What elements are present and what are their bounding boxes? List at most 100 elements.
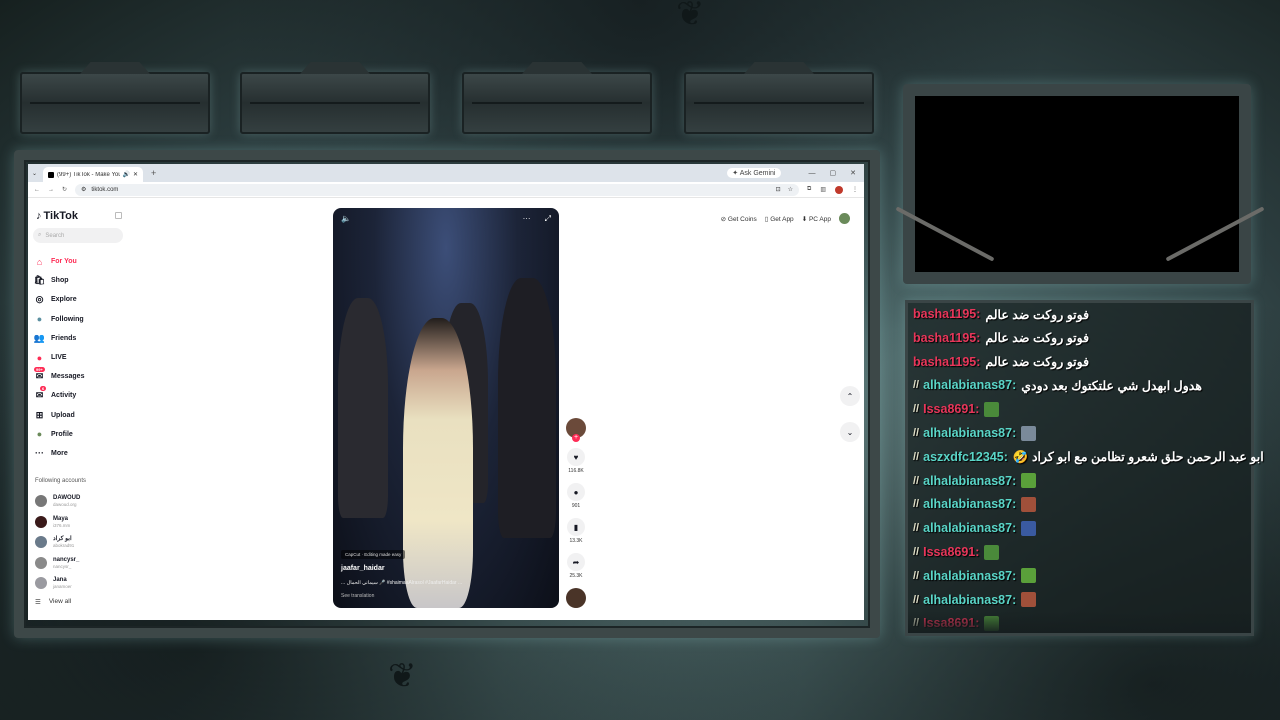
overlay-plank-1 bbox=[20, 72, 210, 134]
following-account[interactable]: Maya i376.mm bbox=[35, 512, 125, 533]
capcut-label[interactable]: CapCut · Editing made easy bbox=[341, 550, 406, 559]
browser-menu-icon[interactable]: ⋮ bbox=[852, 186, 858, 193]
chat-username: Issa8691: bbox=[923, 402, 980, 417]
get-coins-link[interactable]: ⊘ Get Coins bbox=[721, 215, 757, 223]
nav-label: For You bbox=[51, 258, 77, 266]
avatar bbox=[35, 515, 47, 528]
following-account[interactable]: DAWOUD dawoud.org bbox=[35, 491, 125, 512]
tab-bar: ⌄ (99+) TikTok - Make Your Day 🔊 ✕ + ✦ A… bbox=[28, 164, 864, 182]
bookmark-star-icon[interactable]: ☆ bbox=[788, 186, 793, 193]
sidebar-item-for-you[interactable]: ⌂ For You bbox=[34, 252, 124, 271]
sidebar-item-profile[interactable]: ● Profile bbox=[34, 425, 124, 444]
account-name: Jana bbox=[53, 577, 67, 584]
chat-message: //alhalabianas87: bbox=[913, 590, 1037, 610]
music-disc-icon[interactable] bbox=[566, 588, 586, 608]
following-account[interactable]: ابو كراد abokrad91 bbox=[35, 532, 125, 553]
account-handle: i376.mm bbox=[53, 522, 71, 528]
forward-icon[interactable]: → bbox=[48, 187, 54, 193]
sidebar-nav: ⌂ For You 🛍 Shop ◎ Explore ● Following 👥 Frie… bbox=[34, 252, 124, 463]
following-account[interactable]: Jana janamoer bbox=[35, 573, 125, 594]
chat-message: //aszxdfc12345: ابو عبد الرحمن حلق شعرو ت… bbox=[913, 447, 1264, 467]
avatar bbox=[35, 536, 47, 549]
sidebar-item-messages[interactable]: ✉ Messages 99+ bbox=[34, 367, 124, 386]
comment-icon[interactable]: ● bbox=[567, 483, 585, 501]
bookmark-icon[interactable]: ▮ bbox=[567, 518, 585, 536]
video-player[interactable]: 🔈 ··· ⤢ CapCut · Editing made easy jaafa… bbox=[333, 208, 559, 608]
tab-list-chevron-icon[interactable]: ⌄ bbox=[32, 170, 37, 177]
sidebar-item-more[interactable]: ··· More bbox=[34, 444, 124, 463]
mute-icon[interactable]: 🔈 bbox=[341, 214, 351, 224]
chat-username: alhalabianas87: bbox=[923, 473, 1017, 488]
see-translation-link[interactable]: See translation bbox=[341, 593, 374, 599]
view-all-link[interactable]: ☰ View all bbox=[35, 598, 71, 606]
chat-message: //alhalabianas87: bbox=[913, 494, 1037, 514]
restore-icon[interactable]: ▢ bbox=[830, 169, 837, 177]
overlay-plank-3 bbox=[462, 72, 652, 134]
install-app-icon[interactable]: ⊡ bbox=[776, 186, 781, 193]
sidebar-item-following[interactable]: ● Following bbox=[34, 310, 124, 329]
following-icon: ● bbox=[36, 314, 43, 325]
pc-app-link[interactable]: ⬇ PC App bbox=[802, 215, 831, 223]
close-window-icon[interactable]: ✕ bbox=[850, 169, 856, 177]
video-username[interactable]: jaafar_haidar bbox=[341, 565, 385, 572]
sidebar-item-friends[interactable]: 👥 Friends bbox=[34, 329, 124, 348]
chat-badge-icon: // bbox=[913, 450, 920, 463]
ask-gemini-button[interactable]: ✦ Ask Gemini bbox=[727, 168, 781, 178]
tab-audio-icon[interactable]: 🔊 bbox=[123, 171, 130, 178]
search-input[interactable]: ⌕ Search bbox=[33, 228, 123, 243]
following-account[interactable]: nancysr_ nancysr_ bbox=[35, 553, 125, 574]
chat-message: //alhalabianas87: bbox=[913, 566, 1037, 586]
extensions-icon[interactable]: ⧉ bbox=[807, 186, 811, 193]
share-icon[interactable]: ➦ bbox=[567, 553, 585, 571]
chat-message: //alhalabianas87: bbox=[913, 471, 1037, 491]
minimize-icon[interactable]: — bbox=[809, 170, 816, 177]
tiktok-logo[interactable]: ♪ TikTok bbox=[36, 210, 78, 222]
sidepanel-icon[interactable]: ▥ bbox=[820, 186, 826, 193]
user-avatar[interactable] bbox=[839, 213, 850, 224]
back-icon[interactable]: ← bbox=[34, 187, 40, 193]
chat-text: فوتو روكت ضد عالم bbox=[985, 331, 1090, 346]
save-count: 13.3K bbox=[569, 538, 583, 544]
chat-text: فوتو روكت ضد عالم bbox=[985, 355, 1090, 370]
avatar bbox=[35, 577, 47, 590]
follow-plus-icon[interactable]: + bbox=[572, 434, 580, 442]
collapse-sidebar-icon[interactable] bbox=[115, 212, 122, 219]
tab-title: (99+) TikTok - Make Your Day bbox=[57, 171, 119, 178]
chat-message: //alhalabianas87: هدول ابهدل شي علتكتوك ب… bbox=[913, 375, 1202, 395]
chat-username: alhalabianas87: bbox=[923, 568, 1017, 583]
video-more-icon[interactable]: ··· bbox=[523, 214, 531, 224]
chat-emote-icon bbox=[1021, 568, 1037, 584]
creator-avatar[interactable]: + bbox=[566, 418, 586, 442]
sidebar-item-shop[interactable]: 🛍 Shop bbox=[34, 271, 124, 290]
new-tab-button[interactable]: + bbox=[151, 168, 156, 178]
sidebar-item-live[interactable]: ● LIVE bbox=[34, 348, 124, 367]
tiktok-note-icon: ♪ bbox=[36, 210, 42, 222]
site-info-icon[interactable]: ⚙ bbox=[81, 186, 86, 193]
top-actions: ⊘ Get Coins ▯ Get App ⬇ PC App bbox=[721, 213, 850, 224]
nav-label: More bbox=[51, 449, 68, 457]
chat-message: //alhalabianas87: bbox=[913, 518, 1037, 538]
profile-avatar-icon[interactable] bbox=[835, 185, 843, 194]
activity-icon: ✉ bbox=[35, 390, 44, 401]
reload-icon[interactable]: ↻ bbox=[62, 186, 67, 193]
chat-username: basha1195: bbox=[913, 307, 981, 321]
chat-message: //Issa8691: bbox=[913, 399, 1000, 419]
sidebar-item-activity[interactable]: ✉ Activity 6 bbox=[34, 386, 124, 405]
url-input[interactable]: ⚙ tiktok.com ⊡ ☆ bbox=[75, 183, 800, 196]
chat-text: هدول ابهدل شي علتكتوك بعد دودي bbox=[1021, 378, 1202, 393]
get-app-link[interactable]: ▯ Get App bbox=[765, 215, 794, 223]
nav-label: LIVE bbox=[51, 354, 67, 362]
sidebar-item-explore[interactable]: ◎ Explore bbox=[34, 290, 124, 309]
sidebar-item-upload[interactable]: ⊞ Upload bbox=[34, 406, 124, 425]
chat-username: Issa8691: bbox=[923, 545, 980, 559]
chat-message: //Issa8691: bbox=[913, 542, 1000, 562]
chat-overlay: basha1195: فوتو روكت ضد عالم basha1195: فوت… bbox=[905, 300, 1264, 636]
browser-tab[interactable]: (99+) TikTok - Make Your Day 🔊 ✕ bbox=[43, 167, 144, 182]
chat-username: alhalabianas87: bbox=[923, 592, 1017, 607]
tab-close-icon[interactable]: ✕ bbox=[133, 171, 138, 178]
leaf-decoration-icon: ❦ bbox=[388, 657, 417, 695]
like-icon[interactable]: ♥ bbox=[567, 448, 585, 466]
next-video-icon[interactable]: ⌄ bbox=[840, 422, 860, 442]
fullscreen-icon[interactable]: ⤢ bbox=[545, 214, 551, 224]
previous-video-icon[interactable]: ⌃ bbox=[840, 386, 860, 406]
